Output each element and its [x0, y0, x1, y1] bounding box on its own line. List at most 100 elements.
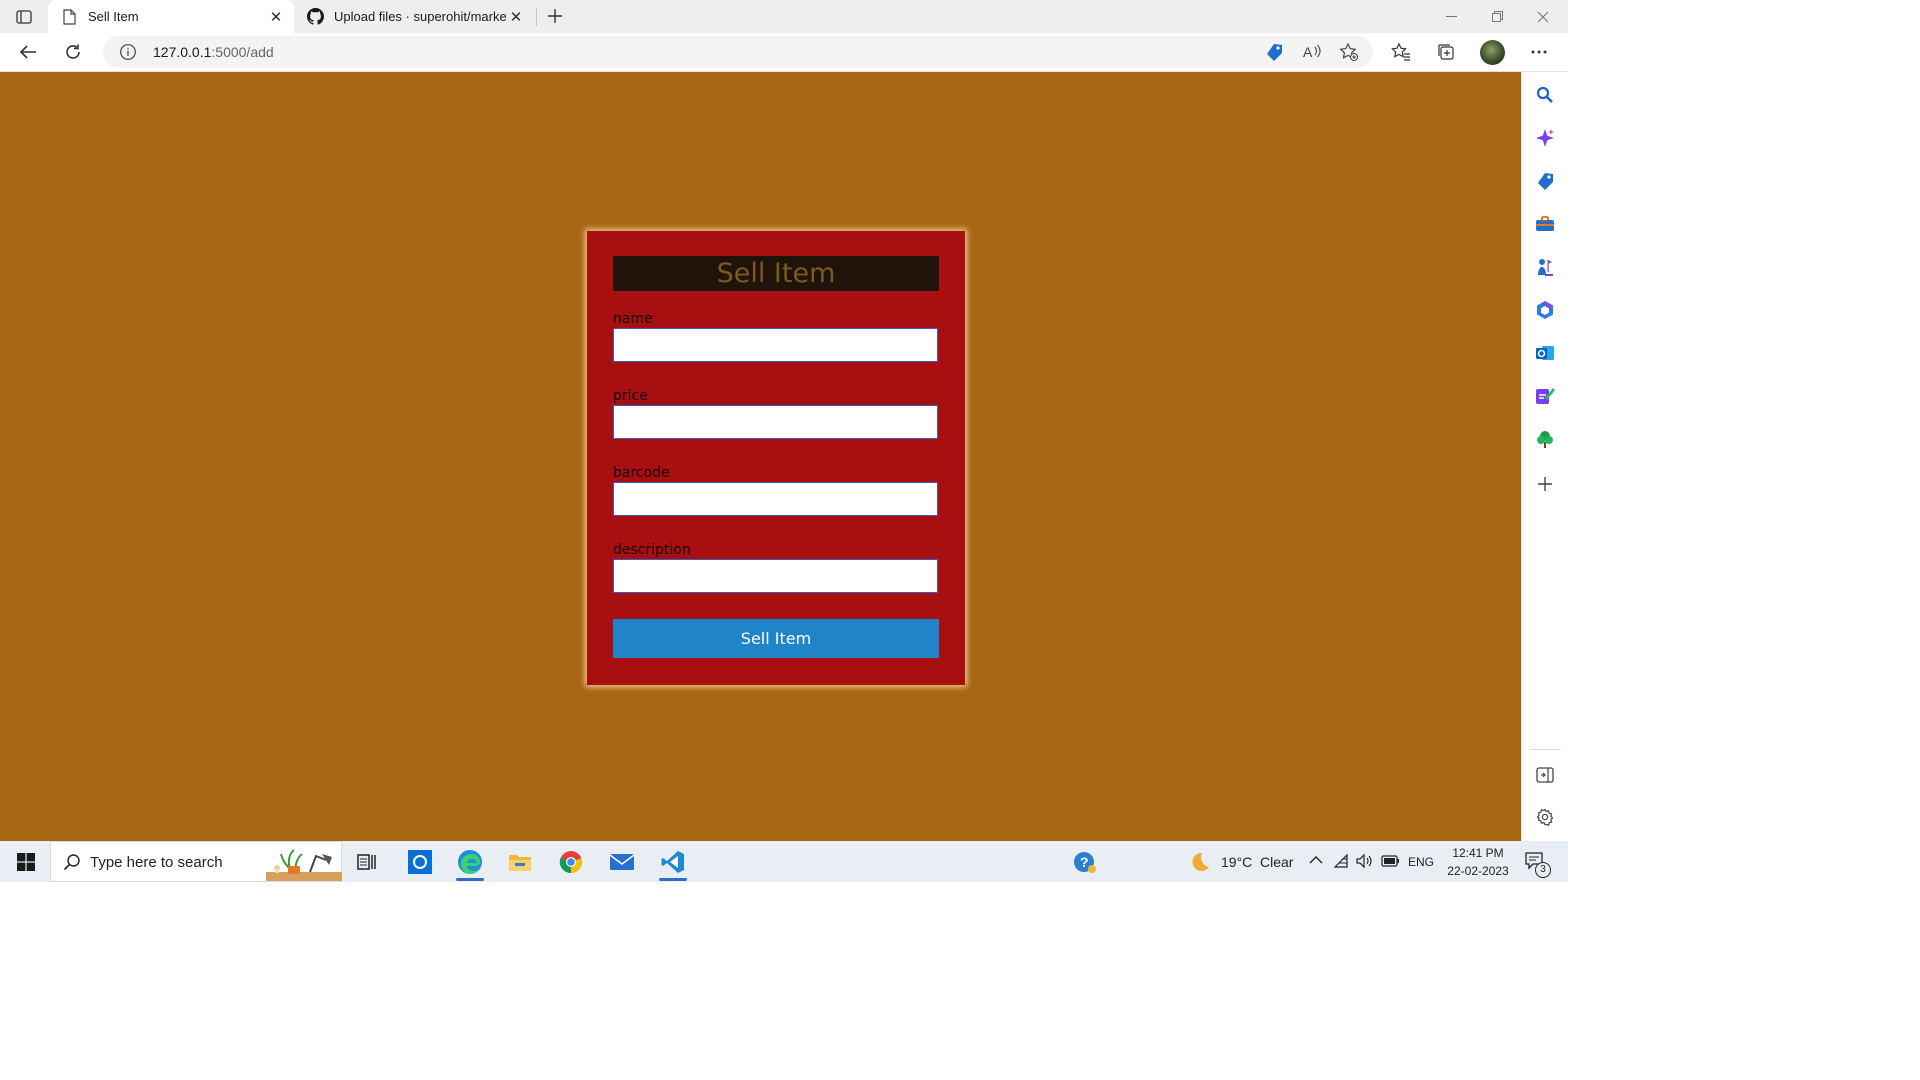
- taskbar-clock[interactable]: 12:41 PM 22-02-2023: [1445, 844, 1511, 880]
- collections-icon: [1438, 44, 1454, 60]
- address-bar[interactable]: 127.0.0.1:5000/add A: [103, 36, 1373, 68]
- games-icon[interactable]: [1534, 256, 1556, 278]
- name-input[interactable]: [613, 328, 938, 362]
- sidebar-divider: [1530, 749, 1561, 750]
- collections-button[interactable]: [1431, 37, 1461, 67]
- url-text[interactable]: 127.0.0.1:5000/add: [153, 44, 274, 60]
- back-button[interactable]: [13, 37, 43, 67]
- price-label: price: [613, 388, 648, 404]
- edge-sidebar: [1521, 72, 1568, 841]
- svg-text:?: ?: [1080, 854, 1089, 870]
- browser-toolbar: 127.0.0.1:5000/add A: [0, 33, 1568, 72]
- task-view-icon: [357, 853, 376, 870]
- photo-app-button[interactable]: [398, 841, 442, 882]
- refresh-icon: [66, 44, 80, 59]
- read-aloud-icon[interactable]: A: [1298, 38, 1326, 66]
- weather-moon-icon[interactable]: [1186, 850, 1212, 877]
- github-icon: [306, 8, 324, 26]
- chrome-icon: [559, 850, 583, 873]
- browser-tab-strip: Sell Item ✕ Upload files · superohit/mar…: [0, 0, 1568, 33]
- tab-sell-item[interactable]: Sell Item ✕: [48, 0, 294, 33]
- task-view-button[interactable]: [345, 841, 389, 882]
- form-heading: Sell Item: [613, 256, 939, 291]
- description-input[interactable]: [613, 559, 938, 593]
- barcode-input[interactable]: [613, 482, 938, 516]
- windows-logo-icon: [17, 852, 35, 871]
- more-menu-button[interactable]: [1524, 37, 1554, 67]
- shopping-tag-icon[interactable]: [1534, 170, 1556, 192]
- mail-button[interactable]: [600, 841, 644, 882]
- settings-icon[interactable]: [1534, 806, 1556, 828]
- copilot-icon[interactable]: [1534, 127, 1556, 149]
- svg-text:A: A: [1303, 44, 1313, 60]
- more-dots-icon: [1531, 50, 1547, 54]
- search-icon: [63, 853, 81, 871]
- vscode-icon: [661, 850, 684, 873]
- start-button[interactable]: [5, 841, 47, 882]
- search-icon[interactable]: [1534, 84, 1556, 106]
- weather-temp[interactable]: 19°C: [1221, 854, 1252, 870]
- notification-center-button[interactable]: 3: [1522, 849, 1552, 878]
- page-icon: [60, 8, 78, 26]
- new-tab-button[interactable]: [543, 4, 567, 28]
- windows-taskbar: Type here to search ? 19°C Clear ENG 12:…: [0, 841, 1568, 882]
- tree-icon[interactable]: [1534, 428, 1556, 450]
- file-explorer-icon: [509, 854, 531, 871]
- plus-icon: [548, 9, 562, 23]
- office-icon[interactable]: [1534, 299, 1556, 321]
- input-language[interactable]: ENG: [1408, 855, 1434, 869]
- add-icon[interactable]: [1534, 473, 1556, 495]
- restore-button[interactable]: [1474, 0, 1520, 33]
- hide-sidebar-icon[interactable]: [1534, 764, 1556, 786]
- vscode-button[interactable]: [651, 841, 695, 882]
- taskbar-search[interactable]: Type here to search: [50, 841, 342, 882]
- mail-icon: [609, 853, 635, 870]
- tab-actions-icon: [16, 10, 32, 24]
- tools-icon[interactable]: [1534, 213, 1556, 235]
- url-host: 127.0.0.1: [153, 44, 212, 60]
- minimize-icon: [1445, 15, 1457, 17]
- minimize-button[interactable]: [1428, 0, 1474, 33]
- sell-item-button[interactable]: Sell Item: [613, 619, 939, 658]
- add-favorite-icon[interactable]: [1335, 38, 1363, 66]
- shopping-icon[interactable]: [1260, 38, 1288, 66]
- favorites-button[interactable]: [1386, 37, 1416, 67]
- close-window-button[interactable]: [1520, 0, 1566, 33]
- description-label: description: [613, 542, 691, 558]
- file-explorer-button[interactable]: [498, 841, 542, 882]
- tab-actions-button[interactable]: [10, 6, 38, 28]
- search-highlight-illustration: [266, 844, 342, 881]
- outlook-icon[interactable]: [1534, 342, 1556, 364]
- clock-date: 22-02-2023: [1447, 864, 1509, 878]
- edge-icon: [458, 849, 482, 874]
- name-label: name: [613, 311, 653, 327]
- back-arrow-icon: [19, 45, 36, 59]
- help-button[interactable]: ?: [1063, 841, 1107, 882]
- show-hidden-icons-chevron-up-icon[interactable]: [1308, 853, 1324, 869]
- designer-icon[interactable]: [1534, 385, 1556, 407]
- close-tab-icon[interactable]: ✕: [266, 7, 286, 27]
- clock-time: 12:41 PM: [1452, 846, 1504, 860]
- volume-icon[interactable]: [1355, 853, 1373, 872]
- tab-divider: [536, 8, 537, 26]
- chrome-button[interactable]: [549, 841, 593, 882]
- close-icon: [1537, 11, 1549, 22]
- close-tab-icon[interactable]: ✕: [506, 7, 526, 27]
- tab-title: Sell Item: [88, 9, 139, 24]
- network-wifi-icon[interactable]: [1333, 853, 1351, 872]
- refresh-button[interactable]: [58, 37, 88, 67]
- help-icon: ?: [1074, 851, 1096, 873]
- edge-taskbar-button[interactable]: [448, 841, 492, 882]
- search-placeholder: Type here to search: [90, 854, 223, 871]
- site-info-icon[interactable]: [119, 43, 137, 61]
- price-input[interactable]: [613, 405, 938, 439]
- profile-avatar[interactable]: [1480, 40, 1505, 65]
- tab-upload-files[interactable]: Upload files · superohit/market ✕: [294, 0, 534, 33]
- restore-icon: [1491, 11, 1503, 22]
- url-path: :5000/add: [211, 44, 274, 60]
- photo-app-icon: [408, 849, 432, 874]
- weather-condition[interactable]: Clear: [1260, 854, 1293, 870]
- sell-item-form: Sell Item name price barcode description…: [587, 231, 965, 685]
- barcode-label: barcode: [613, 465, 670, 481]
- battery-icon[interactable]: [1381, 854, 1401, 871]
